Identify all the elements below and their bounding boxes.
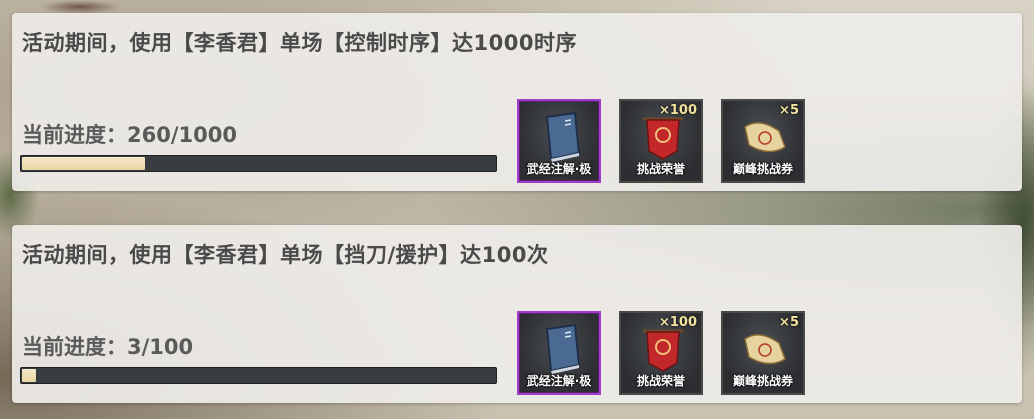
reward-name: 挑战荣誉	[636, 374, 685, 388]
progress-label: 当前进度：260/1000	[22, 123, 237, 147]
reward-quantity: ×5	[779, 315, 799, 330]
progress-fill	[22, 157, 145, 170]
scroll-ticket-icon	[744, 334, 786, 365]
reward-list: 武经注解·极 ×100 挑战荣誉 ×5 巅峰挑战券	[517, 311, 805, 395]
reward-name: 挑战荣誉	[636, 162, 685, 176]
reward-quantity: ×100	[658, 103, 697, 118]
ornament-decoration	[40, 0, 120, 14]
task-card: 活动期间，使用【李香君】单场【挡刀/援护】达100次 当前进度：3/100 武经…	[12, 225, 1022, 403]
reward-item[interactable]: 武经注解·极	[517, 311, 601, 395]
reward-name: 巅峰挑战券	[732, 162, 793, 176]
task-title: 活动期间，使用【李香君】单场【控制时序】达1000时序	[22, 31, 577, 55]
task-title: 活动期间，使用【李香君】单场【挡刀/援护】达100次	[22, 243, 549, 267]
progress-label: 当前进度：3/100	[22, 335, 194, 359]
reward-list: 武经注解·极 ×100 挑战荣誉 ×5 巅峰挑战券	[517, 99, 805, 183]
reward-item[interactable]: ×100 挑战荣誉	[619, 99, 703, 183]
book-icon	[545, 111, 581, 162]
book-icon	[545, 323, 581, 374]
task-card: 活动期间，使用【李香君】单场【控制时序】达1000时序 当前进度：260/100…	[12, 13, 1022, 191]
red-banner-icon	[643, 329, 683, 372]
reward-name: 武经注解·极	[526, 162, 592, 176]
reward-name: 武经注解·极	[526, 374, 592, 388]
reward-quantity: ×100	[658, 315, 697, 330]
progress-fill	[22, 369, 37, 382]
progress-bar	[20, 155, 497, 172]
scroll-ticket-icon	[744, 122, 786, 153]
progress-bar	[20, 367, 497, 384]
reward-item[interactable]: ×100 挑战荣誉	[619, 311, 703, 395]
red-banner-icon	[643, 117, 683, 160]
reward-item[interactable]: ×5 巅峰挑战券	[721, 99, 805, 183]
reward-name: 巅峰挑战券	[732, 374, 793, 388]
reward-item[interactable]: 武经注解·极	[517, 99, 601, 183]
reward-quantity: ×5	[779, 103, 799, 118]
reward-item[interactable]: ×5 巅峰挑战券	[721, 311, 805, 395]
